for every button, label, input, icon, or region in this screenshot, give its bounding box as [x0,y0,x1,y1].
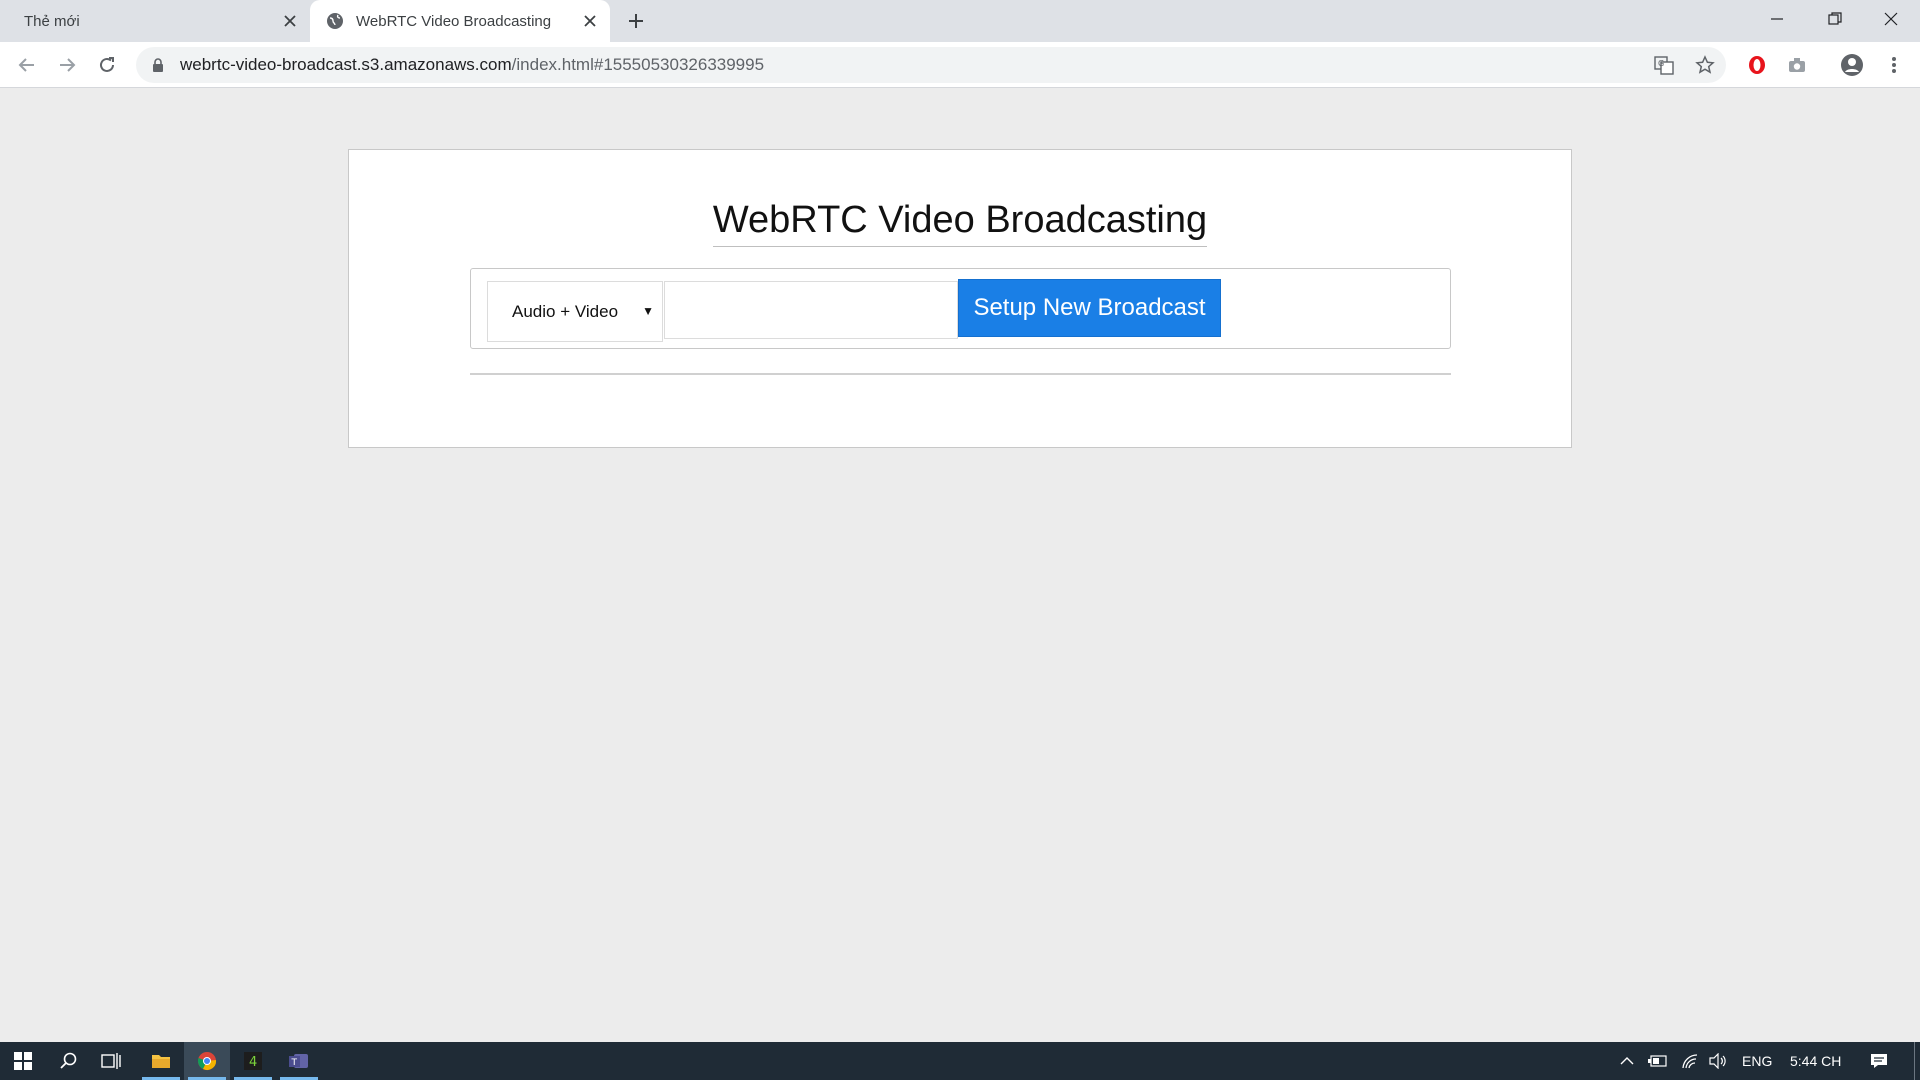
forward-button[interactable] [51,49,83,81]
broadcast-panel: WebRTC Video Broadcasting Audio + Video … [348,149,1572,448]
divider [470,373,1451,375]
reload-button[interactable] [91,49,123,81]
tab-new-tab[interactable]: Thẻ mới [0,0,310,42]
setup-new-broadcast-button[interactable]: Setup New Broadcast [958,279,1221,337]
app-4-icon[interactable]: 4 [230,1042,276,1080]
battery-icon[interactable] [1640,1042,1676,1080]
media-type-select[interactable]: Audio + Video ▼ [487,281,663,342]
minimize-button[interactable] [1748,0,1806,38]
profile-avatar-icon[interactable] [1836,49,1868,81]
menu-kebab-icon[interactable] [1878,49,1910,81]
url-text: webrtc-video-broadcast.s3.amazonaws.com/… [180,55,764,75]
input-language[interactable]: ENG [1742,1042,1772,1080]
notifications-icon[interactable] [1858,1042,1900,1080]
page-title-wrap: WebRTC Video Broadcasting [349,198,1571,247]
tab-title: Thẻ mới [24,12,80,30]
tab-webrtc[interactable]: WebRTC Video Broadcasting [310,0,610,42]
broadcast-id-input[interactable] [664,281,958,339]
file-explorer-icon[interactable] [138,1042,184,1080]
new-tab-button[interactable] [620,7,652,35]
url-host: webrtc-video-broadcast.s3.amazonaws.com [180,55,512,74]
translate-icon[interactable]: G [1648,49,1680,81]
opera-extension-icon[interactable] [1741,49,1773,81]
restore-button[interactable] [1806,0,1864,38]
close-window-button[interactable] [1862,0,1920,38]
search-icon[interactable] [46,1042,92,1080]
teams-icon[interactable]: T [276,1042,322,1080]
dropdown-arrow-icon: ▼ [642,304,654,318]
close-tab-icon[interactable] [276,7,304,35]
media-type-selected: Audio + Video [512,301,619,321]
close-tab-icon[interactable] [576,7,604,35]
show-desktop-button[interactable] [1914,1042,1915,1080]
windows-taskbar: 4 T ENG 5:44 CH [0,1042,1920,1080]
camera-extension-icon[interactable] [1781,49,1813,81]
tab-title: WebRTC Video Broadcasting [356,12,552,30]
chrome-icon[interactable] [184,1042,230,1080]
windows-start-icon[interactable] [0,1042,46,1080]
browser-tabstrip: Thẻ mới WebRTC Video Broadcasting [0,0,1920,42]
volume-icon[interactable] [1700,1042,1736,1080]
bookmark-star-icon[interactable] [1689,49,1721,81]
svg-text:T: T [291,1058,298,1068]
svg-text:4: 4 [249,1055,257,1070]
task-view-icon[interactable] [88,1042,134,1080]
clock[interactable]: 5:44 CH [1790,1042,1841,1080]
page-title: WebRTC Video Broadcasting [712,198,1208,247]
url-path: /index.html#15550530326339995 [511,55,765,74]
address-bar[interactable]: webrtc-video-broadcast.s3.amazonaws.com/… [136,47,1726,83]
globe-icon [326,12,344,30]
broadcast-controls: Audio + Video ▼ Setup New Broadcast [470,268,1451,349]
back-button[interactable] [11,49,43,81]
svg-text:G: G [1658,59,1664,68]
lock-icon [150,57,166,73]
browser-toolbar: webrtc-video-broadcast.s3.amazonaws.com/… [0,42,1920,88]
